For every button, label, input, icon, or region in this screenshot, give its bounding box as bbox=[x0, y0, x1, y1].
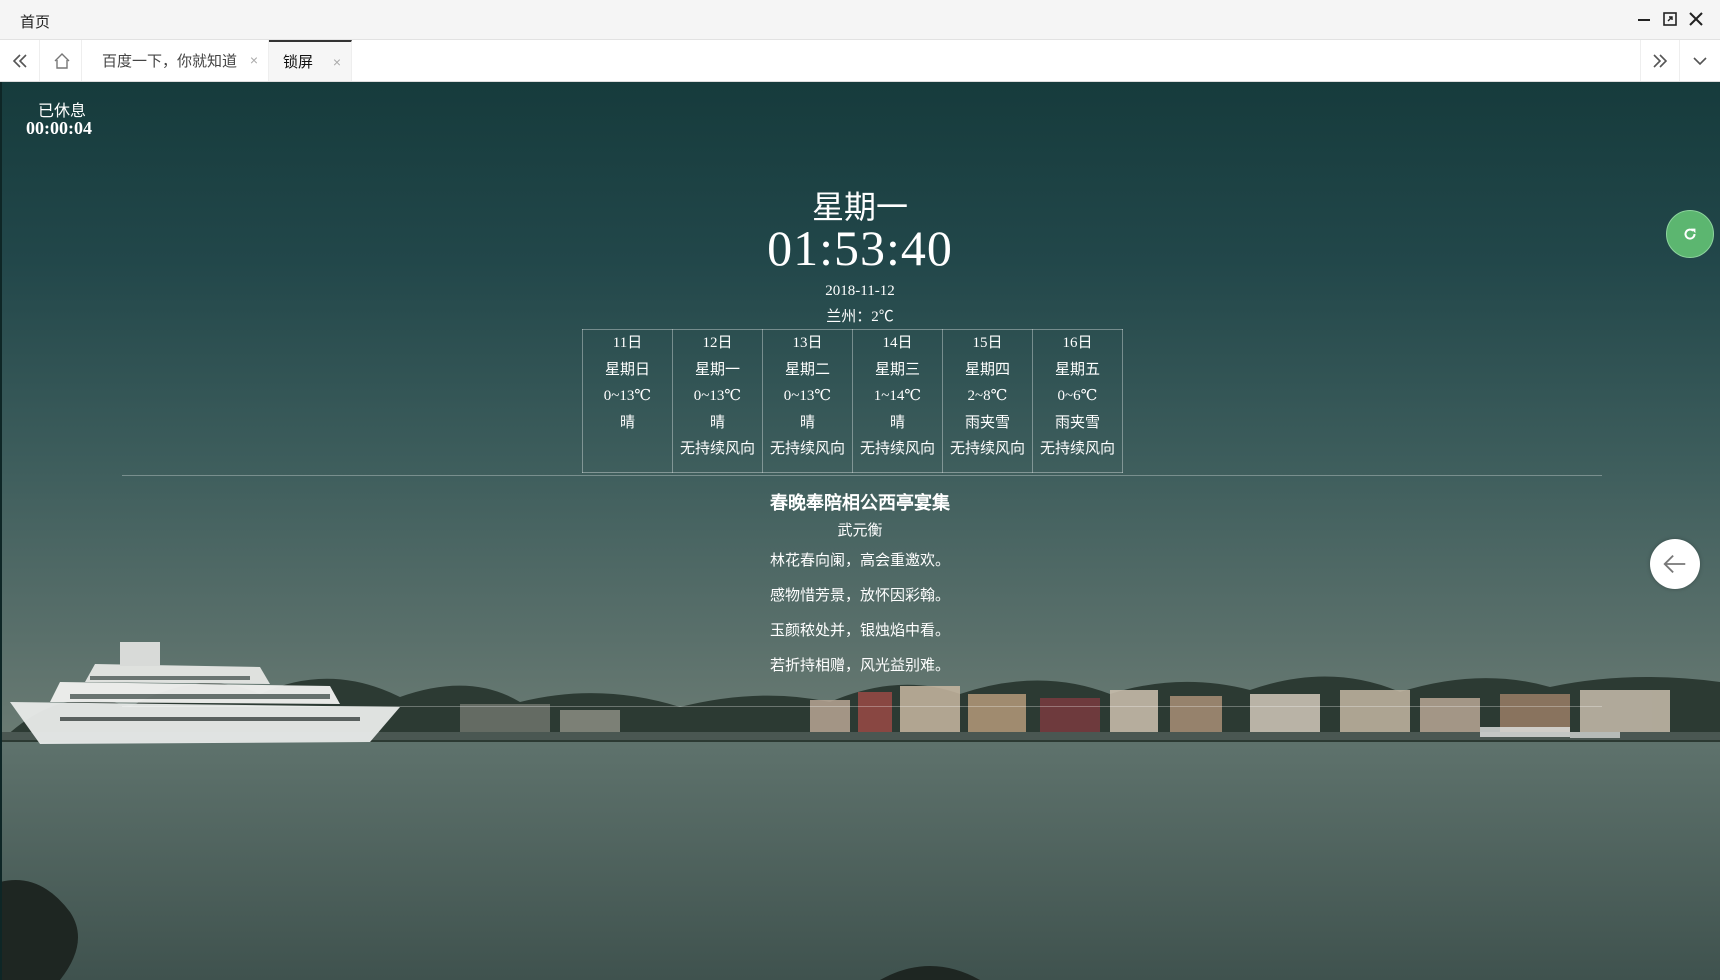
minimize-icon[interactable] bbox=[1633, 8, 1655, 30]
forecast-day: 15日 星期四 2~8℃ 雨夹雪 无持续风向 bbox=[942, 329, 1033, 473]
close-icon[interactable] bbox=[1685, 8, 1707, 30]
double-chevron-left-icon[interactable] bbox=[0, 40, 40, 81]
tab-close-icon[interactable]: × bbox=[250, 52, 258, 68]
rest-elapsed-time: 00:00:04 bbox=[26, 118, 92, 138]
tab-close-icon[interactable]: × bbox=[333, 54, 341, 70]
tab-baidu[interactable]: 百度一下，你就知道 × bbox=[88, 40, 269, 81]
tab-label: 百度一下，你就知道 bbox=[102, 53, 238, 70]
chevron-down-icon[interactable] bbox=[1680, 40, 1720, 81]
forecast-day: 14日 星期三 1~14℃ 晴无持续风向 bbox=[852, 329, 943, 473]
city-temperature: 兰州：2℃ bbox=[826, 309, 894, 325]
forecast-day: 16日 星期五 0~6℃ 雨夹雪 无持续风向 bbox=[1032, 329, 1123, 473]
maximize-icon[interactable] bbox=[1659, 8, 1681, 30]
poem-line: 感物惜芳景，放怀因彩翰。 bbox=[769, 587, 950, 604]
tab-lock-screen[interactable]: 锁屏 × bbox=[269, 40, 352, 81]
divider bbox=[122, 475, 1602, 476]
tab-bar: 百度一下，你就知道 × 锁屏 × bbox=[0, 40, 1720, 82]
poem-line: 若折持相赠，风光益别难。 bbox=[769, 657, 950, 674]
poem-line: 玉颜秾处并，银烛焰中看。 bbox=[769, 622, 950, 639]
poem-line: 林花春向阑，高会重邀欢。 bbox=[769, 552, 950, 569]
divider bbox=[122, 706, 1602, 707]
forecast-day: 11日 星期日 0~13℃ 晴 bbox=[582, 329, 673, 473]
home-icon[interactable] bbox=[42, 40, 82, 81]
current-time: 01:53:40 bbox=[767, 220, 953, 276]
forecast-day: 13日 星期二 0~13℃ 晴无持续风向 bbox=[762, 329, 853, 473]
refresh-icon bbox=[1684, 228, 1696, 240]
poem-author: 武元衡 bbox=[837, 522, 883, 539]
double-chevron-right-icon[interactable] bbox=[1640, 40, 1680, 81]
refresh-button[interactable] bbox=[1666, 210, 1714, 258]
current-date: 2018-11-12 bbox=[825, 283, 895, 299]
window-title: 首页 bbox=[20, 14, 51, 31]
poem-title: 春晚奉陪相公西亭宴集 bbox=[770, 493, 950, 513]
forecast-day: 12日 星期一 0~13℃ 晴无持续风向 bbox=[672, 329, 763, 473]
arrow-left-icon bbox=[1663, 554, 1686, 574]
weather-forecast-table: 11日 星期日 0~13℃ 晴 12日 星期一 0~13℃ 晴无持续风向 13日 星期二 0~1… bbox=[582, 329, 1123, 473]
window-title-bar: 首页 bbox=[0, 0, 1720, 40]
back-button[interactable] bbox=[1650, 539, 1700, 589]
lock-screen: 已休息 00:00:04 星期一 01:53:40 2018-11-12 兰州：… bbox=[0, 82, 1720, 980]
tab-label: 锁屏 bbox=[283, 54, 314, 71]
